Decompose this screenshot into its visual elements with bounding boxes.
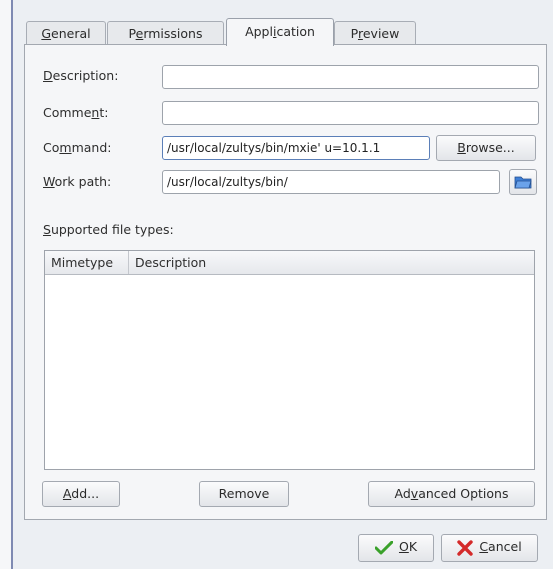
description-label: Description: xyxy=(43,68,119,83)
list-header: Mimetype Description xyxy=(45,251,534,275)
work-path-field[interactable]: /usr/local/zultys/bin/ xyxy=(162,170,500,194)
comment-label: Comment: xyxy=(43,105,109,120)
tab-label: P xyxy=(350,26,358,41)
folder-open-icon xyxy=(514,176,532,189)
advanced-options-button[interactable]: Advanced Options xyxy=(368,481,535,507)
supported-file-types-label: Supported file types: xyxy=(43,222,174,237)
checkmark-icon xyxy=(374,540,393,554)
tab-label: Appl xyxy=(245,24,273,39)
tab-label: rmissions xyxy=(143,26,203,41)
browse-button[interactable]: Browse... xyxy=(436,135,536,161)
tab-label: eview xyxy=(362,26,400,41)
window-left-edge xyxy=(0,0,13,569)
add-button[interactable]: Add... xyxy=(42,481,120,507)
select-folder-button[interactable] xyxy=(509,169,537,195)
comment-field[interactable] xyxy=(162,101,539,125)
cancel-button[interactable]: Cancel xyxy=(441,534,538,562)
ok-button[interactable]: OK xyxy=(358,534,434,562)
tab-application[interactable]: Application xyxy=(226,18,334,46)
tab-permissions[interactable]: Permissions xyxy=(107,21,224,45)
column-header-mimetype[interactable]: Mimetype xyxy=(45,251,129,274)
command-field[interactable]: /usr/local/zultys/bin/mxie' u=10.1.1 xyxy=(162,136,430,160)
command-label: Command: xyxy=(43,140,112,155)
tab-preview[interactable]: Preview xyxy=(334,21,416,45)
file-types-list[interactable]: Mimetype Description xyxy=(44,250,535,470)
cancel-x-icon xyxy=(457,539,474,556)
tab-label: eneral xyxy=(51,26,91,41)
tab-general[interactable]: General xyxy=(26,21,106,45)
tab-label: G xyxy=(41,26,52,41)
remove-button[interactable]: Remove xyxy=(199,481,289,507)
description-field[interactable] xyxy=(162,65,539,89)
tab-label: P xyxy=(128,26,136,41)
column-header-description[interactable]: Description xyxy=(129,251,534,274)
tab-label: cation xyxy=(276,24,315,39)
work-path-label: Work path: xyxy=(43,174,112,189)
